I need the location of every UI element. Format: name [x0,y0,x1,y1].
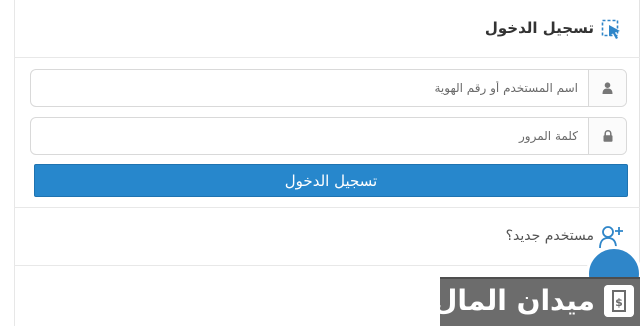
login-button[interactable]: تسجيل الدخول [34,164,628,197]
watermark-text: ميدان المال [433,284,595,317]
svg-text:$: $ [615,296,623,309]
lock-icon [588,118,626,154]
new-user-link[interactable]: مستخدم جديد؟ [506,228,594,244]
user-icon [588,70,626,106]
divider [14,265,640,266]
password-input[interactable] [33,118,588,154]
username-field [30,69,627,107]
panel-header: تسجيل الدخول [14,0,640,58]
divider [14,207,640,208]
login-cursor-icon [601,19,620,39]
username-input[interactable] [33,70,588,106]
page-title: تسجيل الدخول [484,19,594,37]
watermark-logo-icon: $ [604,285,634,317]
password-field [30,117,627,155]
